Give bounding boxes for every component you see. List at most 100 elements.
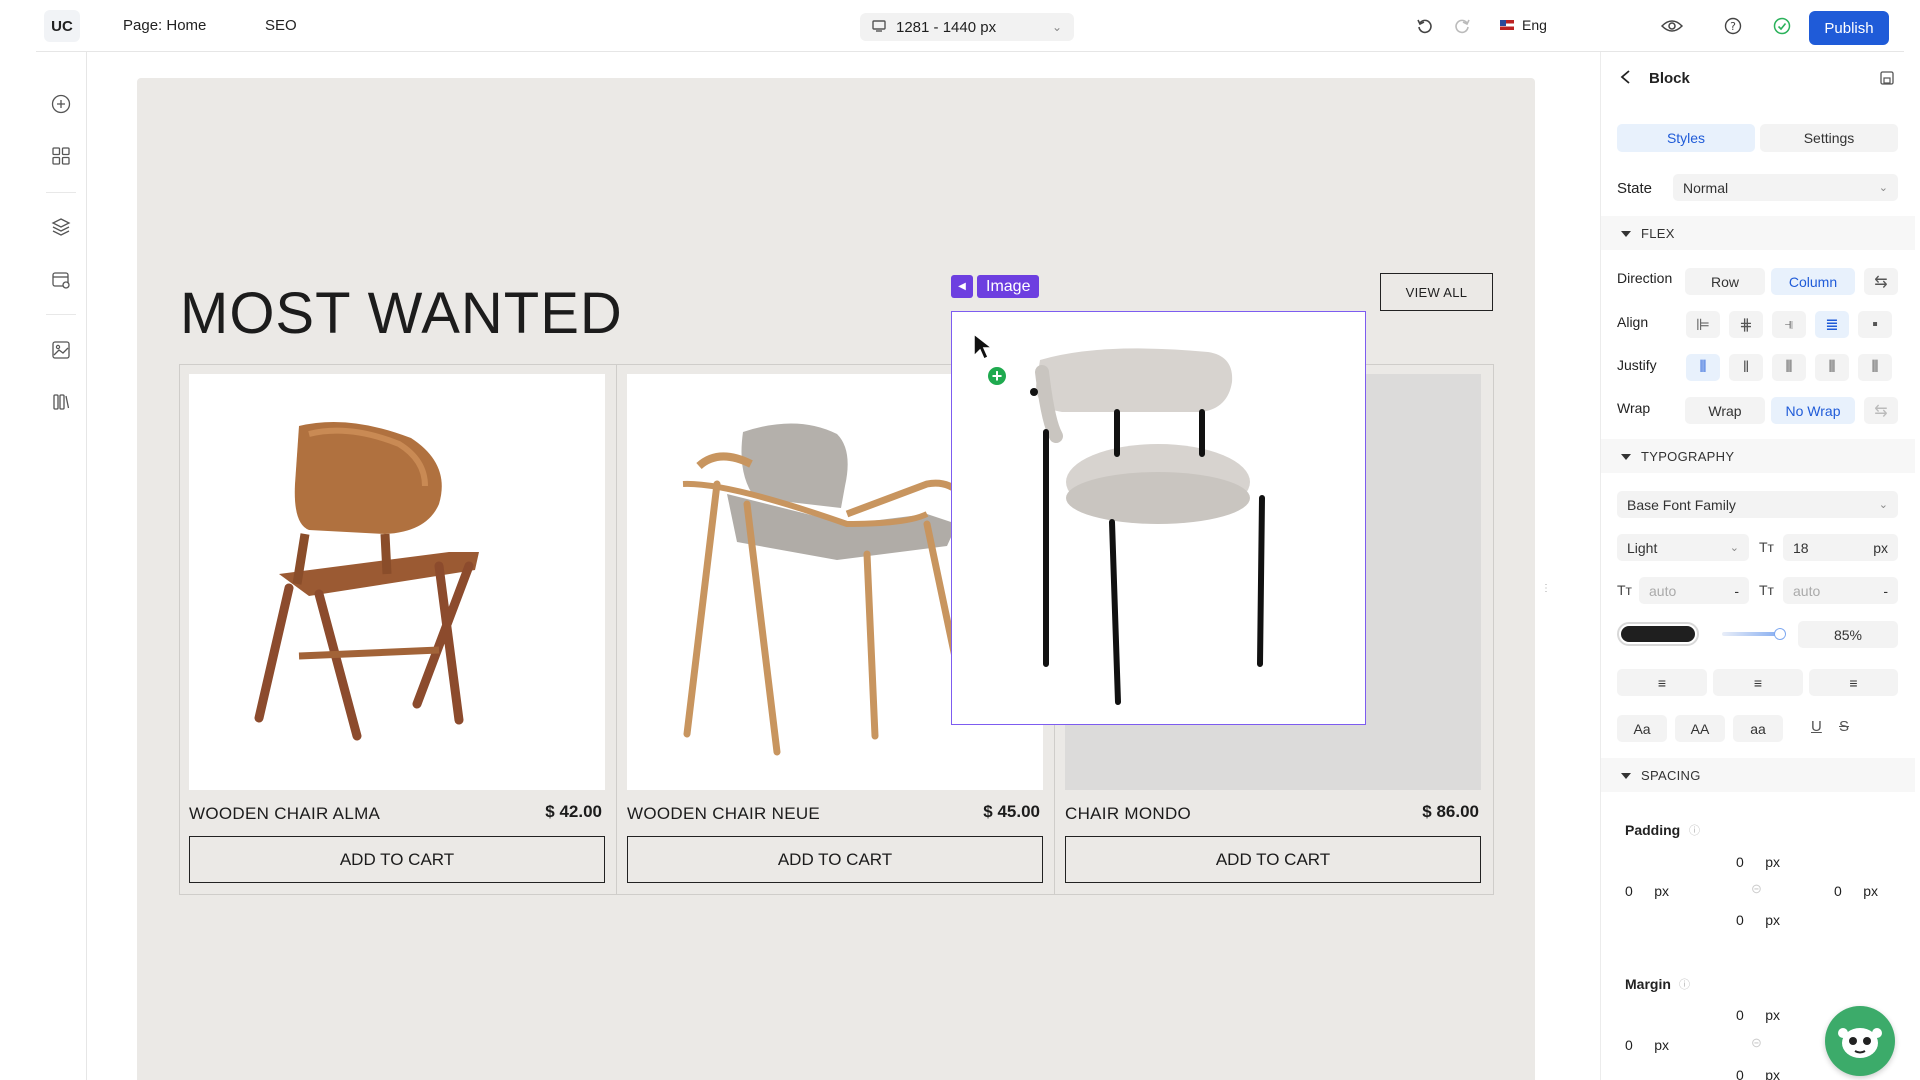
justify-center-icon[interactable]: ‖ (1729, 354, 1763, 381)
underline-icon[interactable]: U (1811, 718, 1822, 735)
justify-end-icon[interactable]: ⫴ (1772, 354, 1806, 381)
text-align-left-icon[interactable]: ≡ (1617, 669, 1707, 696)
justify-space-around-icon[interactable]: ⦀ (1858, 354, 1892, 381)
language-label: Eng (1522, 17, 1547, 33)
product-card[interactable]: WOODEN CHAIR ALMA $ 42.00 ADD TO CART (179, 364, 617, 895)
case-lowercase-option[interactable]: aa (1733, 715, 1783, 742)
direction-column-option[interactable]: Column (1771, 268, 1855, 295)
support-chat-bot-icon[interactable] (1825, 1006, 1895, 1076)
font-family-select[interactable]: Base Font Family ⌄ (1617, 491, 1898, 518)
redo-icon[interactable] (1450, 14, 1474, 38)
text-align-center-icon[interactable]: ≡ (1713, 669, 1803, 696)
link-spacing-icon[interactable]: ⊝ (1751, 881, 1762, 897)
color-picker-swatch[interactable] (1617, 622, 1699, 646)
letter-spacing-unit: - (1883, 582, 1888, 599)
align-start-icon[interactable]: ⊫ (1686, 311, 1720, 338)
align-stretch-icon[interactable]: ≣ (1815, 311, 1849, 338)
case-uppercase-option[interactable]: AA (1675, 715, 1725, 742)
rail-divider (46, 192, 76, 193)
add-element-icon[interactable] (49, 92, 73, 116)
state-label: State (1617, 180, 1653, 197)
font-size-icon: Tт (1759, 539, 1774, 555)
back-arrow-icon[interactable] (1619, 69, 1633, 90)
direction-label: Direction (1617, 270, 1673, 286)
dragged-image-block[interactable] (951, 311, 1366, 725)
top-bar: UC Page: Home SEO 1281 - 1440 px ⌄ Eng ?… (36, 0, 1904, 52)
reverse-direction-icon[interactable]: ⇆ (1864, 268, 1898, 295)
flex-section-header[interactable]: FLEX (1621, 226, 1675, 241)
strikethrough-icon[interactable]: S (1839, 718, 1849, 735)
media-library-icon[interactable] (49, 338, 73, 362)
letter-spacing-icon: Tт (1759, 582, 1774, 598)
save-block-icon[interactable] (1879, 70, 1895, 91)
justify-label: Justify (1617, 357, 1657, 373)
site-settings-icon[interactable] (49, 268, 73, 292)
chevron-down-icon: ⌄ (1729, 542, 1739, 554)
reverse-wrap-icon[interactable]: ⇆ (1864, 397, 1898, 424)
margin-left-input[interactable]: 0 px (1617, 1032, 1677, 1057)
padding-right-input[interactable]: 0 px (1826, 878, 1886, 903)
tab-settings[interactable]: Settings (1760, 124, 1898, 152)
resolution-select[interactable]: 1281 - 1440 px ⌄ (860, 13, 1074, 41)
left-toolbar (36, 52, 87, 1080)
panel-resize-handle[interactable]: ⋮ (1538, 570, 1554, 606)
no-wrap-option[interactable]: No Wrap (1771, 397, 1855, 424)
margin-top-unit: px (1765, 1006, 1780, 1023)
view-all-button[interactable]: VIEW ALL (1380, 273, 1493, 311)
padding-info-icon: ⓘ (1689, 825, 1700, 837)
padding-top-input[interactable]: 0 px (1728, 849, 1788, 874)
link-margin-icon[interactable]: ⊝ (1751, 1035, 1762, 1051)
language-selector[interactable]: Eng (1500, 17, 1547, 33)
justify-start-icon[interactable]: ⫴ (1686, 354, 1720, 381)
padding-bottom-input[interactable]: 0 px (1728, 907, 1788, 932)
justify-space-between-icon[interactable]: ⦀ (1815, 354, 1849, 381)
product-image-wooden-chair-alma[interactable] (189, 374, 605, 790)
line-height-unit: - (1734, 582, 1739, 599)
page-selector[interactable]: Page: Home (123, 17, 206, 34)
help-icon[interactable]: ? (1721, 14, 1745, 38)
undo-icon[interactable] (1413, 14, 1437, 38)
margin-top-input[interactable]: 0 px (1728, 1002, 1788, 1027)
preview-eye-icon[interactable] (1660, 14, 1684, 38)
add-to-cart-button[interactable]: ADD TO CART (627, 836, 1043, 883)
opacity-input[interactable]: 85% (1798, 621, 1898, 648)
svg-text:?: ? (1730, 20, 1736, 33)
opacity-slider[interactable] (1722, 628, 1786, 640)
select-parent-icon[interactable]: ◀ (951, 275, 973, 298)
section-title[interactable]: MOST WANTED (180, 280, 623, 347)
state-select[interactable]: Normal ⌄ (1673, 174, 1898, 201)
padding-right-unit: px (1863, 882, 1878, 899)
margin-bottom-input[interactable]: 0 px (1728, 1062, 1788, 1080)
components-grid-icon[interactable] (49, 144, 73, 168)
margin-left-unit: px (1654, 1036, 1669, 1053)
product-price: $ 45.00 (983, 802, 1040, 821)
app-logo[interactable]: UC (44, 10, 80, 42)
spacing-section-title: SPACING (1641, 768, 1701, 783)
letter-spacing-input[interactable]: auto - (1783, 577, 1898, 604)
align-baseline-icon[interactable]: ▪ (1858, 311, 1892, 338)
padding-label: Padding (1625, 822, 1681, 838)
font-size-input[interactable]: 18 px (1783, 534, 1898, 561)
publish-button[interactable]: Publish (1809, 11, 1889, 45)
align-center-icon[interactable]: ⋕ (1729, 311, 1763, 338)
padding-left-input[interactable]: 0 px (1617, 878, 1677, 903)
margin-bottom-unit: px (1765, 1066, 1780, 1080)
wrap-option[interactable]: Wrap (1685, 397, 1765, 424)
text-align-right-icon[interactable]: ≡ (1809, 669, 1898, 696)
add-to-cart-button[interactable]: ADD TO CART (1065, 836, 1481, 883)
align-label: Align (1617, 314, 1649, 330)
align-end-icon[interactable]: ⫣ (1772, 311, 1806, 338)
add-to-cart-button[interactable]: ADD TO CART (189, 836, 605, 883)
spacing-section-header[interactable]: SPACING (1621, 768, 1701, 783)
line-height-value: auto (1649, 582, 1677, 599)
padding-bottom-unit: px (1765, 911, 1780, 928)
tab-styles[interactable]: Styles (1617, 124, 1755, 152)
seo-link[interactable]: SEO (265, 17, 297, 34)
direction-row-option[interactable]: Row (1685, 268, 1765, 295)
typography-section-header[interactable]: TYPOGRAPHY (1621, 449, 1734, 464)
line-height-input[interactable]: auto - (1639, 577, 1749, 604)
layers-icon[interactable] (49, 215, 73, 239)
font-weight-select[interactable]: Light ⌄ (1617, 534, 1749, 561)
library-books-icon[interactable] (49, 390, 73, 414)
case-capitalize-option[interactable]: Aa (1617, 715, 1667, 742)
